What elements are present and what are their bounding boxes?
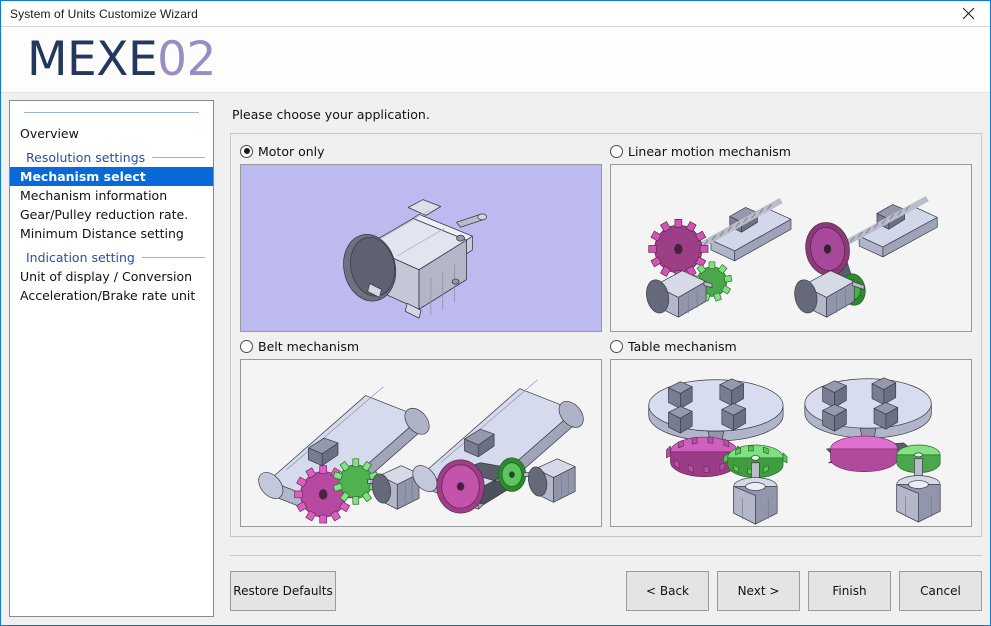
sidebar-group-label: Indication setting bbox=[26, 250, 135, 265]
sidebar-item-acceleration-brake-rate-unit[interactable]: Acceleration/Brake rate unit bbox=[10, 286, 213, 305]
radio-row-table-mechanism[interactable]: Table mechanism bbox=[610, 336, 972, 356]
window-body: Overview Resolution settings Mechanism s… bbox=[1, 93, 990, 625]
window-title: System of Units Customize Wizard bbox=[10, 6, 198, 21]
next-button[interactable]: Next > bbox=[717, 570, 800, 611]
sidebar-group-indication-setting: Indication setting bbox=[10, 250, 213, 265]
thumbnail-motor-only[interactable] bbox=[240, 164, 602, 332]
cancel-button[interactable]: Cancel bbox=[899, 570, 982, 611]
radio-row-linear-motion-mechanism[interactable]: Linear motion mechanism bbox=[610, 141, 972, 161]
sidebar-item-overview[interactable]: Overview bbox=[10, 124, 213, 143]
sidebar-group-rule bbox=[141, 257, 205, 258]
sidebar-group-label: Resolution settings bbox=[26, 150, 146, 165]
title-bar: System of Units Customize Wizard bbox=[1, 1, 990, 27]
radio-linear-motion-mechanism[interactable] bbox=[610, 144, 623, 158]
main-panel: Please choose your application. Motor on… bbox=[214, 100, 982, 617]
belt-conveyor-illustration bbox=[258, 379, 584, 524]
option-linear-motion-mechanism: Linear motion mechanism bbox=[610, 141, 972, 332]
option-table-mechanism: Table mechanism bbox=[610, 336, 972, 527]
sidebar-top-divider bbox=[24, 112, 199, 113]
restore-defaults-button[interactable]: Restore Defaults bbox=[230, 570, 336, 611]
close-icon bbox=[962, 7, 974, 20]
radio-table-mechanism[interactable] bbox=[610, 339, 623, 353]
back-button[interactable]: < Back bbox=[626, 570, 709, 611]
option-label-linear-motion-mechanism: Linear motion mechanism bbox=[628, 143, 791, 159]
wizard-steps-sidebar: Overview Resolution settings Mechanism s… bbox=[9, 100, 214, 617]
option-label-motor-only: Motor only bbox=[258, 143, 325, 159]
thumbnail-table-mechanism[interactable] bbox=[610, 359, 972, 527]
sidebar-item-gear-pulley-reduction-rate[interactable]: Gear/Pulley reduction rate. bbox=[10, 205, 213, 224]
option-belt-mechanism: Belt mechanism bbox=[240, 336, 602, 527]
instruction-text: Please choose your application. bbox=[232, 107, 430, 122]
logo-text-primary: MEXE bbox=[27, 32, 158, 87]
option-label-table-mechanism: Table mechanism bbox=[628, 338, 737, 354]
radio-motor-only[interactable] bbox=[240, 144, 253, 158]
wizard-window: System of Units Customize Wizard MEXE02 … bbox=[0, 0, 991, 626]
thumbnail-belt-mechanism[interactable] bbox=[240, 359, 602, 527]
sidebar-item-mechanism-select[interactable]: Mechanism select bbox=[10, 167, 213, 186]
sidebar-item-mechanism-information[interactable]: Mechanism information bbox=[10, 186, 213, 205]
sidebar-item-minimum-distance-setting[interactable]: Minimum Distance setting bbox=[10, 224, 213, 243]
option-motor-only: Motor only bbox=[240, 141, 602, 332]
radio-belt-mechanism[interactable] bbox=[240, 339, 253, 353]
app-logo: MEXE02 bbox=[27, 36, 216, 83]
linear-motion-illustration bbox=[646, 195, 938, 318]
sidebar-item-unit-of-display-conversion[interactable]: Unit of display / Conversion bbox=[10, 267, 213, 286]
option-label-belt-mechanism: Belt mechanism bbox=[258, 338, 360, 354]
motor-illustration bbox=[343, 199, 488, 319]
logo-band: MEXE02 bbox=[1, 27, 990, 93]
wizard-footer: Restore Defaults < Back Next > Finish Ca… bbox=[230, 555, 982, 617]
radio-row-belt-mechanism[interactable]: Belt mechanism bbox=[240, 336, 602, 356]
logo-text-secondary: 02 bbox=[157, 32, 216, 87]
sidebar-group-resolution-settings: Resolution settings bbox=[10, 150, 213, 165]
finish-button[interactable]: Finish bbox=[808, 570, 891, 611]
close-button[interactable] bbox=[946, 1, 990, 26]
radio-row-motor-only[interactable]: Motor only bbox=[240, 141, 602, 161]
sidebar-group-rule bbox=[152, 157, 205, 158]
application-options-group: Motor only Linear motion mechanism Belt … bbox=[230, 133, 982, 537]
thumbnail-linear-motion-mechanism[interactable] bbox=[610, 164, 972, 332]
rotary-table-illustration bbox=[648, 377, 941, 525]
